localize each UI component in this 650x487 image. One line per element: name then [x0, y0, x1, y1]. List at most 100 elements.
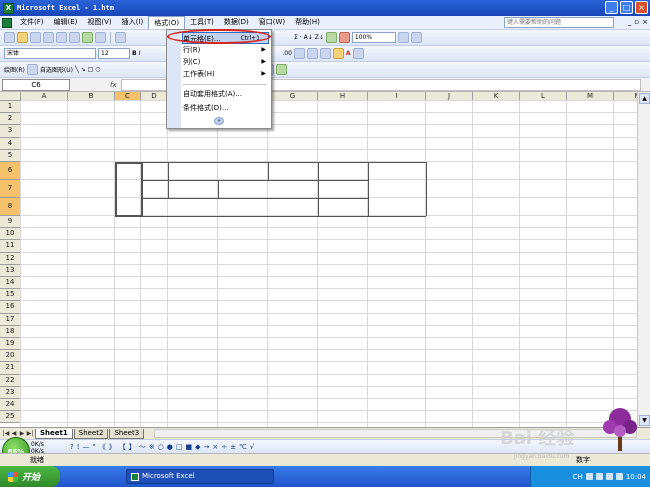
save-icon[interactable] [30, 32, 41, 43]
indent-icon[interactable] [293, 48, 305, 59]
menu-item-6[interactable]: 数据(D) [219, 16, 254, 29]
symbol-icon[interactable]: " [93, 443, 96, 451]
insert-function-icon[interactable]: fx [110, 81, 117, 89]
format-menu-item[interactable]: 自动套用格式(A)... [183, 88, 269, 100]
tray-icon[interactable] [605, 473, 613, 480]
menu-item-3[interactable]: 插入(I) [117, 16, 149, 29]
sort-descending-icon[interactable]: Z↓ [315, 34, 324, 41]
name-box[interactable]: C6 [2, 78, 70, 91]
italic-icon[interactable]: I [139, 50, 141, 57]
symbol-icon[interactable]: ～ [139, 442, 146, 452]
row-header[interactable]: 7 [0, 180, 21, 198]
maximize-button[interactable]: □ [620, 1, 633, 14]
bold-icon[interactable]: B [132, 50, 137, 57]
symbol-icon[interactable]: ◆ [195, 443, 200, 451]
symbol-icon[interactable]: ■ [185, 443, 192, 451]
font-name-select[interactable]: 宋体 [4, 48, 96, 59]
symbol-icon[interactable]: ℃ [239, 443, 247, 451]
new-icon[interactable] [4, 32, 15, 43]
symbol-icon[interactable]: 【 [119, 442, 126, 452]
symbol-icon[interactable]: × [212, 443, 218, 451]
row-header[interactable]: 1 [0, 101, 21, 114]
help-icon[interactable] [397, 32, 409, 43]
symbol-icon[interactable]: 》 [109, 442, 116, 452]
symbol-icon[interactable]: ? [70, 443, 74, 451]
font-size-select[interactable]: 12 [98, 48, 130, 59]
row-header[interactable]: 5 [0, 149, 21, 162]
row-header[interactable]: 8 [0, 198, 21, 216]
drawing-icon[interactable] [338, 32, 350, 43]
menu-item-7[interactable]: 窗口(W) [254, 16, 290, 29]
zoom-select[interactable]: 100% [351, 32, 396, 43]
select-objects-icon[interactable] [26, 64, 38, 75]
spelling-icon[interactable] [82, 32, 93, 43]
row-header[interactable]: 2 [0, 113, 21, 126]
draw-menu[interactable]: 绘图(R) [4, 65, 25, 74]
symbol-icon[interactable]: — [83, 443, 90, 451]
row-header[interactable]: 19 [0, 338, 21, 351]
last-sheet-icon[interactable]: ▶| [26, 429, 34, 438]
3d-icon[interactable] [276, 64, 288, 75]
symbol-icon[interactable]: ! [77, 443, 80, 451]
symbol-icon[interactable]: 】 [129, 442, 136, 452]
symbol-icon[interactable]: ○ [158, 443, 164, 451]
autoshapes-menu[interactable]: 自选图形(U) [40, 65, 73, 74]
symbol-icon[interactable]: ÷ [221, 443, 227, 451]
row-header[interactable]: 25 [0, 411, 21, 424]
wb-restore-icon[interactable]: ▫ [634, 18, 639, 26]
volume-icon[interactable] [615, 473, 623, 480]
wb-minimize-icon[interactable]: _ [628, 18, 632, 26]
language-indicator[interactable]: CH [573, 473, 583, 481]
select-all-corner[interactable] [0, 92, 21, 101]
format-menu-item[interactable]: 工作表(H) ▶ [183, 68, 269, 80]
menu-item-0[interactable]: 文件(F) [15, 16, 49, 29]
vertical-scrollbar[interactable]: ▲ ▼ [637, 92, 650, 427]
row-header[interactable]: 23 [0, 386, 21, 399]
toolbar-options-icon[interactable] [410, 32, 422, 43]
format-menu-item[interactable]: 行(R) ▶ [183, 44, 269, 56]
symbol-icon[interactable]: → [204, 443, 210, 451]
excel-app-icon[interactable]: X [3, 2, 14, 14]
print-icon[interactable] [56, 32, 67, 43]
sheet-tab[interactable]: Sheet1 [35, 428, 73, 439]
row-header[interactable]: 17 [0, 313, 21, 326]
research-icon[interactable] [95, 32, 106, 43]
close-button[interactable]: × [635, 1, 648, 14]
rectangle-icon[interactable]: □ [88, 66, 94, 73]
row-header[interactable]: 14 [0, 277, 21, 290]
menu-item-2[interactable]: 视图(V) [82, 16, 116, 29]
row-header[interactable]: 20 [0, 350, 21, 363]
line-icon[interactable]: ╲ [75, 66, 79, 73]
row-header[interactable]: 13 [0, 264, 21, 277]
fill-color-icon[interactable] [332, 48, 344, 59]
symbol-icon[interactable]: ※ [149, 443, 155, 451]
wb-close-icon[interactable]: × [642, 18, 648, 26]
sheet-tab[interactable]: Sheet2 [73, 428, 109, 439]
start-button[interactable]: 开始 [0, 466, 60, 487]
borders-icon[interactable] [319, 48, 331, 59]
cell-area[interactable] [20, 100, 637, 427]
row-header[interactable]: 3 [0, 125, 21, 138]
font-color-icon[interactable]: A [346, 50, 351, 57]
scroll-down-icon[interactable]: ▼ [639, 415, 650, 426]
sheet-tab[interactable]: Sheet3 [109, 428, 145, 439]
decimal-icon[interactable]: .00 [282, 50, 292, 57]
row-header[interactable]: 24 [0, 399, 21, 412]
row-header[interactable]: 16 [0, 301, 21, 314]
autosum-icon[interactable]: Σ · [294, 34, 302, 41]
symbol-icon[interactable]: ● [167, 443, 173, 451]
workbook-icon[interactable] [2, 17, 12, 28]
taskbar-excel-item[interactable]: Microsoft Excel [126, 469, 274, 484]
permission-icon[interactable] [43, 32, 54, 43]
oval-icon[interactable]: ○ [95, 66, 100, 73]
symbol-icon[interactable]: √ [250, 443, 254, 451]
help-search-input[interactable]: 键入需要帮助的问题 [504, 17, 614, 28]
menu-item-5[interactable]: 工具(T) [185, 16, 219, 29]
preview-icon[interactable] [69, 32, 80, 43]
sort-ascending-icon[interactable]: A↓ [304, 34, 313, 41]
menu-item-8[interactable]: 帮助(H) [290, 16, 325, 29]
menu-item-1[interactable]: 编辑(E) [49, 16, 83, 29]
row-header[interactable]: 9 [0, 216, 21, 229]
open-icon[interactable] [17, 32, 28, 43]
first-sheet-icon[interactable]: |◀ [2, 429, 10, 438]
